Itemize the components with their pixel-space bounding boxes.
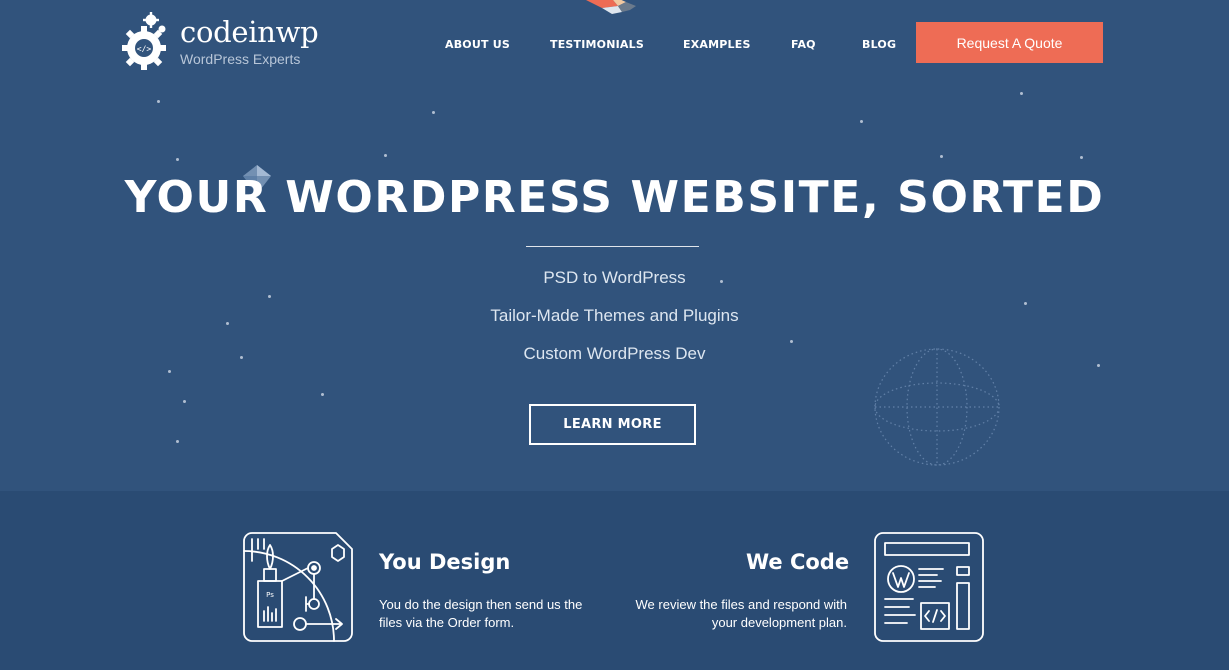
logo[interactable]: </> codeinwp WordPress Experts xyxy=(122,12,319,72)
pencil-icon xyxy=(586,0,636,14)
gear-logo-icon: </> xyxy=(122,12,166,70)
feature-item: Custom WordPress Dev xyxy=(523,344,706,363)
process-section: Ps You Design You do the design then sen… xyxy=(0,491,1229,670)
step-code-title: We Code xyxy=(746,550,850,574)
step-design-desc: You do the design then send us the files… xyxy=(379,597,583,630)
step-design-title: You Design xyxy=(379,550,511,574)
wordpress-code-icon xyxy=(874,532,984,642)
nav-testimonials[interactable]: TESTIMONIALS xyxy=(550,38,644,51)
svg-text:Ps: Ps xyxy=(266,591,274,599)
logo-name: codeinwp xyxy=(180,15,319,49)
hero-section: </> codeinwp WordPress Experts ABOUT US … xyxy=(0,0,1229,491)
step-code-desc: We review the files and respond with you… xyxy=(635,597,847,630)
nav-examples[interactable]: EXAMPLES xyxy=(683,38,751,51)
hero-title: YOUR WORDPRESS WEBSITE, SORTED xyxy=(124,172,1105,223)
nav-about-us[interactable]: ABOUT US xyxy=(445,38,510,51)
hero-divider xyxy=(526,246,699,247)
logo-tagline: WordPress Experts xyxy=(180,51,301,67)
feature-list: PSD to WordPress Tailor-Made Themes and … xyxy=(0,266,1229,380)
learn-more-button[interactable]: LEARN MORE xyxy=(529,404,696,445)
feature-item: Tailor-Made Themes and Plugins xyxy=(490,306,739,325)
feature-item: PSD to WordPress xyxy=(543,268,686,287)
design-tools-icon: Ps xyxy=(243,532,353,642)
svg-text:</>: </> xyxy=(137,45,152,54)
nav-blog[interactable]: BLOG xyxy=(862,38,896,51)
request-quote-button[interactable]: Request A Quote xyxy=(916,22,1103,63)
nav-faq[interactable]: FAQ xyxy=(791,38,816,51)
